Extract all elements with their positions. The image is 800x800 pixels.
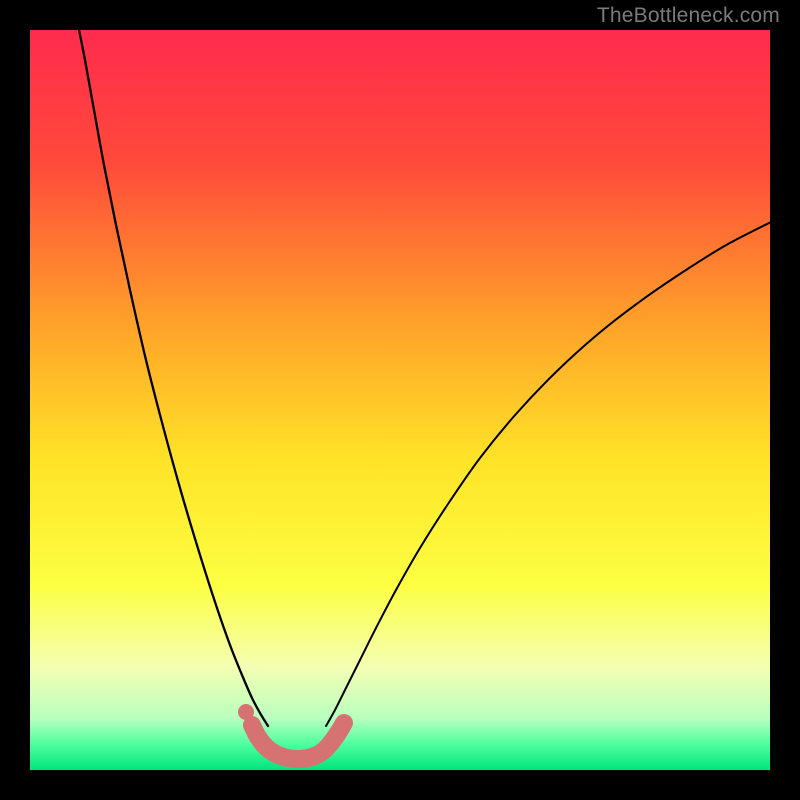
gradient-background xyxy=(30,30,770,770)
watermark-text: TheBottleneck.com xyxy=(597,4,780,28)
outer-frame: TheBottleneck.com xyxy=(0,0,800,800)
dots-layer xyxy=(238,704,254,720)
plot-area xyxy=(30,30,770,770)
marker-dot xyxy=(238,704,254,720)
chart-svg xyxy=(30,30,770,770)
